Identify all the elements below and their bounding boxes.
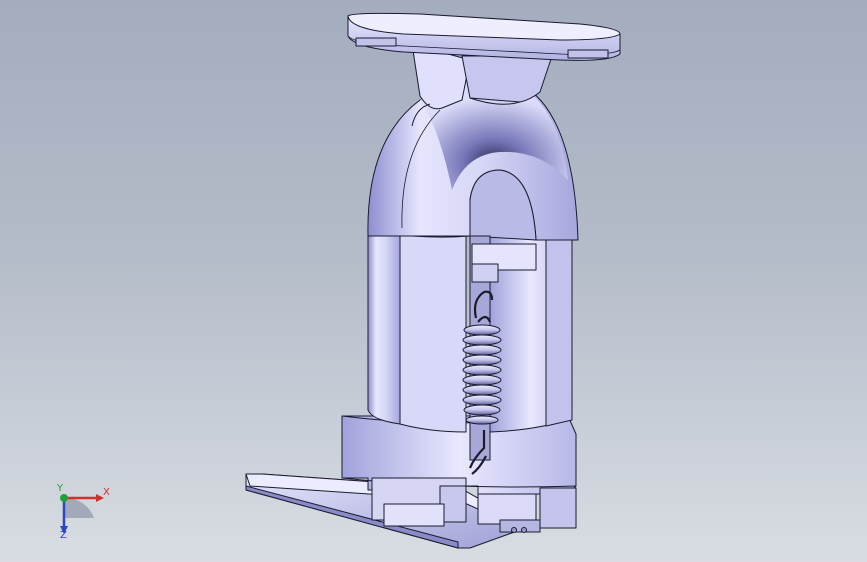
- z-axis-label: Z: [60, 530, 67, 541]
- valve-assembly-3d-model[interactable]: [0, 0, 867, 562]
- y-axis-label: Y: [57, 483, 64, 494]
- top-flange: [347, 12, 621, 61]
- u-bend: [367, 77, 579, 241]
- lower-housing: [341, 415, 577, 533]
- x-axis-label: X: [103, 487, 110, 498]
- graphics-viewport[interactable]: X Y Z: [0, 0, 867, 562]
- left-pipe: [367, 229, 471, 433]
